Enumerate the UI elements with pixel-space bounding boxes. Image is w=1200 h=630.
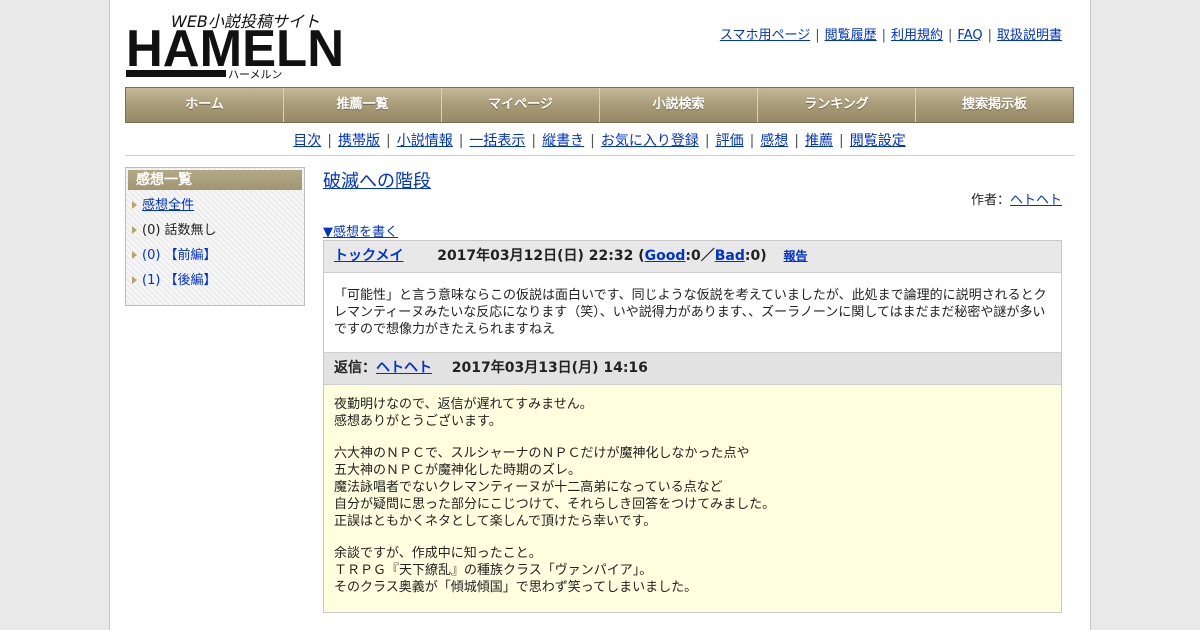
author-line: 作者：ヘトヘト	[971, 189, 1062, 208]
logo-kana: ハーメルン	[228, 68, 282, 80]
report-link[interactable]: 報告	[784, 249, 808, 263]
bad-vote-link[interactable]: Bad	[715, 248, 745, 264]
subnav-view-settings[interactable]: 閲覧設定	[850, 133, 906, 149]
reply-date: 2017年03月13日(月) 14:16	[451, 360, 648, 376]
review-date: 2017年03月12日(日) 22:32	[437, 248, 634, 264]
reply-paragraph: 余談ですが、作成中に知ったこと。 ＴＲＰＧ『天下繚乱』の種族クラス「ヴァンパイア…	[334, 546, 698, 595]
author-label: 作者：	[970, 193, 1010, 208]
header-link-smartphone[interactable]: スマホ用ページ	[720, 28, 810, 43]
divider	[125, 155, 1074, 156]
header-link-manual[interactable]: 取扱説明書	[997, 28, 1062, 43]
sidebar-title: 感想一覧	[128, 170, 302, 190]
subnav-reviews[interactable]: 感想	[760, 133, 788, 149]
subnav-toc[interactable]: 目次	[293, 133, 321, 149]
author-link[interactable]: ヘトヘト	[1010, 193, 1062, 208]
subnav-rating[interactable]: 評価	[716, 133, 744, 149]
story-title[interactable]: 破滅への階段	[323, 167, 431, 193]
sidebar-item-no-episode: (0) 話数無し	[126, 221, 304, 246]
subnav-novel-info[interactable]: 小説情報	[397, 133, 453, 149]
nav-search-board[interactable]: 捜索掲示板	[916, 88, 1073, 122]
page-container: WEB小説投稿サイト HAMELN ハーメルン スマホ用ページ | 閲覧履歴 | 利用規…	[109, 0, 1091, 630]
main-nav: ホーム 推薦一覧 マイページ 小説検索 ランキング 捜索掲示板	[125, 87, 1074, 123]
header-link-history[interactable]: 閲覧履歴	[825, 28, 877, 43]
write-review-link[interactable]: ▼感想を書く	[323, 221, 398, 240]
review-card: トックメイ 2017年03月12日(日) 22:32 (Good:0／Bad:0…	[323, 240, 1062, 613]
header-link-faq[interactable]: FAQ	[957, 28, 982, 43]
story-sub-nav: 目次 | 携帯版 | 小説情報 | 一括表示 | 縦書き | お気に入り登録 | 評価 | 感想 | 推薦 | 閲覧…	[293, 133, 906, 149]
subnav-mobile[interactable]: 携帯版	[338, 133, 380, 149]
arrow-icon	[132, 201, 137, 209]
header-link-terms[interactable]: 利用規約	[891, 28, 943, 43]
header-links: スマホ用ページ | 閲覧履歴 | 利用規約 | FAQ | 取扱説明書	[719, 28, 1062, 43]
good-vote-link[interactable]: Good	[645, 248, 686, 264]
bad-count: :0)	[744, 248, 767, 264]
reply-body: 夜勤明けなので、返信が遅れてすみません。 感想ありがとうございます。 六大神のＮ…	[324, 385, 1061, 611]
arrow-icon	[132, 251, 137, 259]
reply-paragraph: 六大神のＮＰＣで、スルシャーナのＮＰＣだけが魔神化しなかった点や 五大神のＮＰＣ…	[334, 446, 776, 529]
reply-label: 返信：	[334, 360, 376, 376]
reply-header: 返信：ヘトヘト 2017年03月13日(月) 14:16	[324, 353, 1061, 385]
review-header: トックメイ 2017年03月12日(日) 22:32 (Good:0／Bad:0…	[324, 241, 1061, 273]
nav-mypage[interactable]: マイページ	[442, 88, 600, 122]
review-author-link[interactable]: トックメイ	[334, 248, 403, 264]
arrow-icon	[132, 226, 137, 234]
nav-home[interactable]: ホーム	[126, 88, 284, 122]
nav-novel-search[interactable]: 小説検索	[600, 88, 758, 122]
sidebar-item-part2[interactable]: (1) 【後編】	[126, 271, 304, 296]
subnav-show-all[interactable]: 一括表示	[469, 133, 525, 149]
review-body: 「可能性」と言う意味ならこの仮説は面白いです、同じような仮説を考えていましたが、…	[324, 273, 1061, 353]
subnav-favorite[interactable]: お気に入り登録	[601, 133, 699, 149]
subnav-recommend[interactable]: 推薦	[805, 133, 833, 149]
reply-author-link[interactable]: ヘトヘト	[376, 360, 432, 376]
review-sidebar: 感想一覧 感想全件 (0) 話数無し (0) 【前編】 (1) 【後編】	[125, 167, 305, 306]
sidebar-item-all[interactable]: 感想全件	[126, 196, 304, 221]
arrow-icon	[132, 276, 137, 284]
nav-recommendations[interactable]: 推薦一覧	[284, 88, 442, 122]
nav-ranking[interactable]: ランキング	[758, 88, 916, 122]
sidebar-item-part1[interactable]: (0) 【前編】	[126, 246, 304, 271]
subnav-vertical[interactable]: 縦書き	[542, 133, 584, 149]
good-count: :0／	[685, 248, 715, 264]
reply-paragraph: 夜勤明けなので、返信が遅れてすみません。 感想ありがとうございます。	[334, 397, 593, 429]
site-logo[interactable]: WEB小説投稿サイト HAMELN ハーメルン	[126, 10, 346, 80]
